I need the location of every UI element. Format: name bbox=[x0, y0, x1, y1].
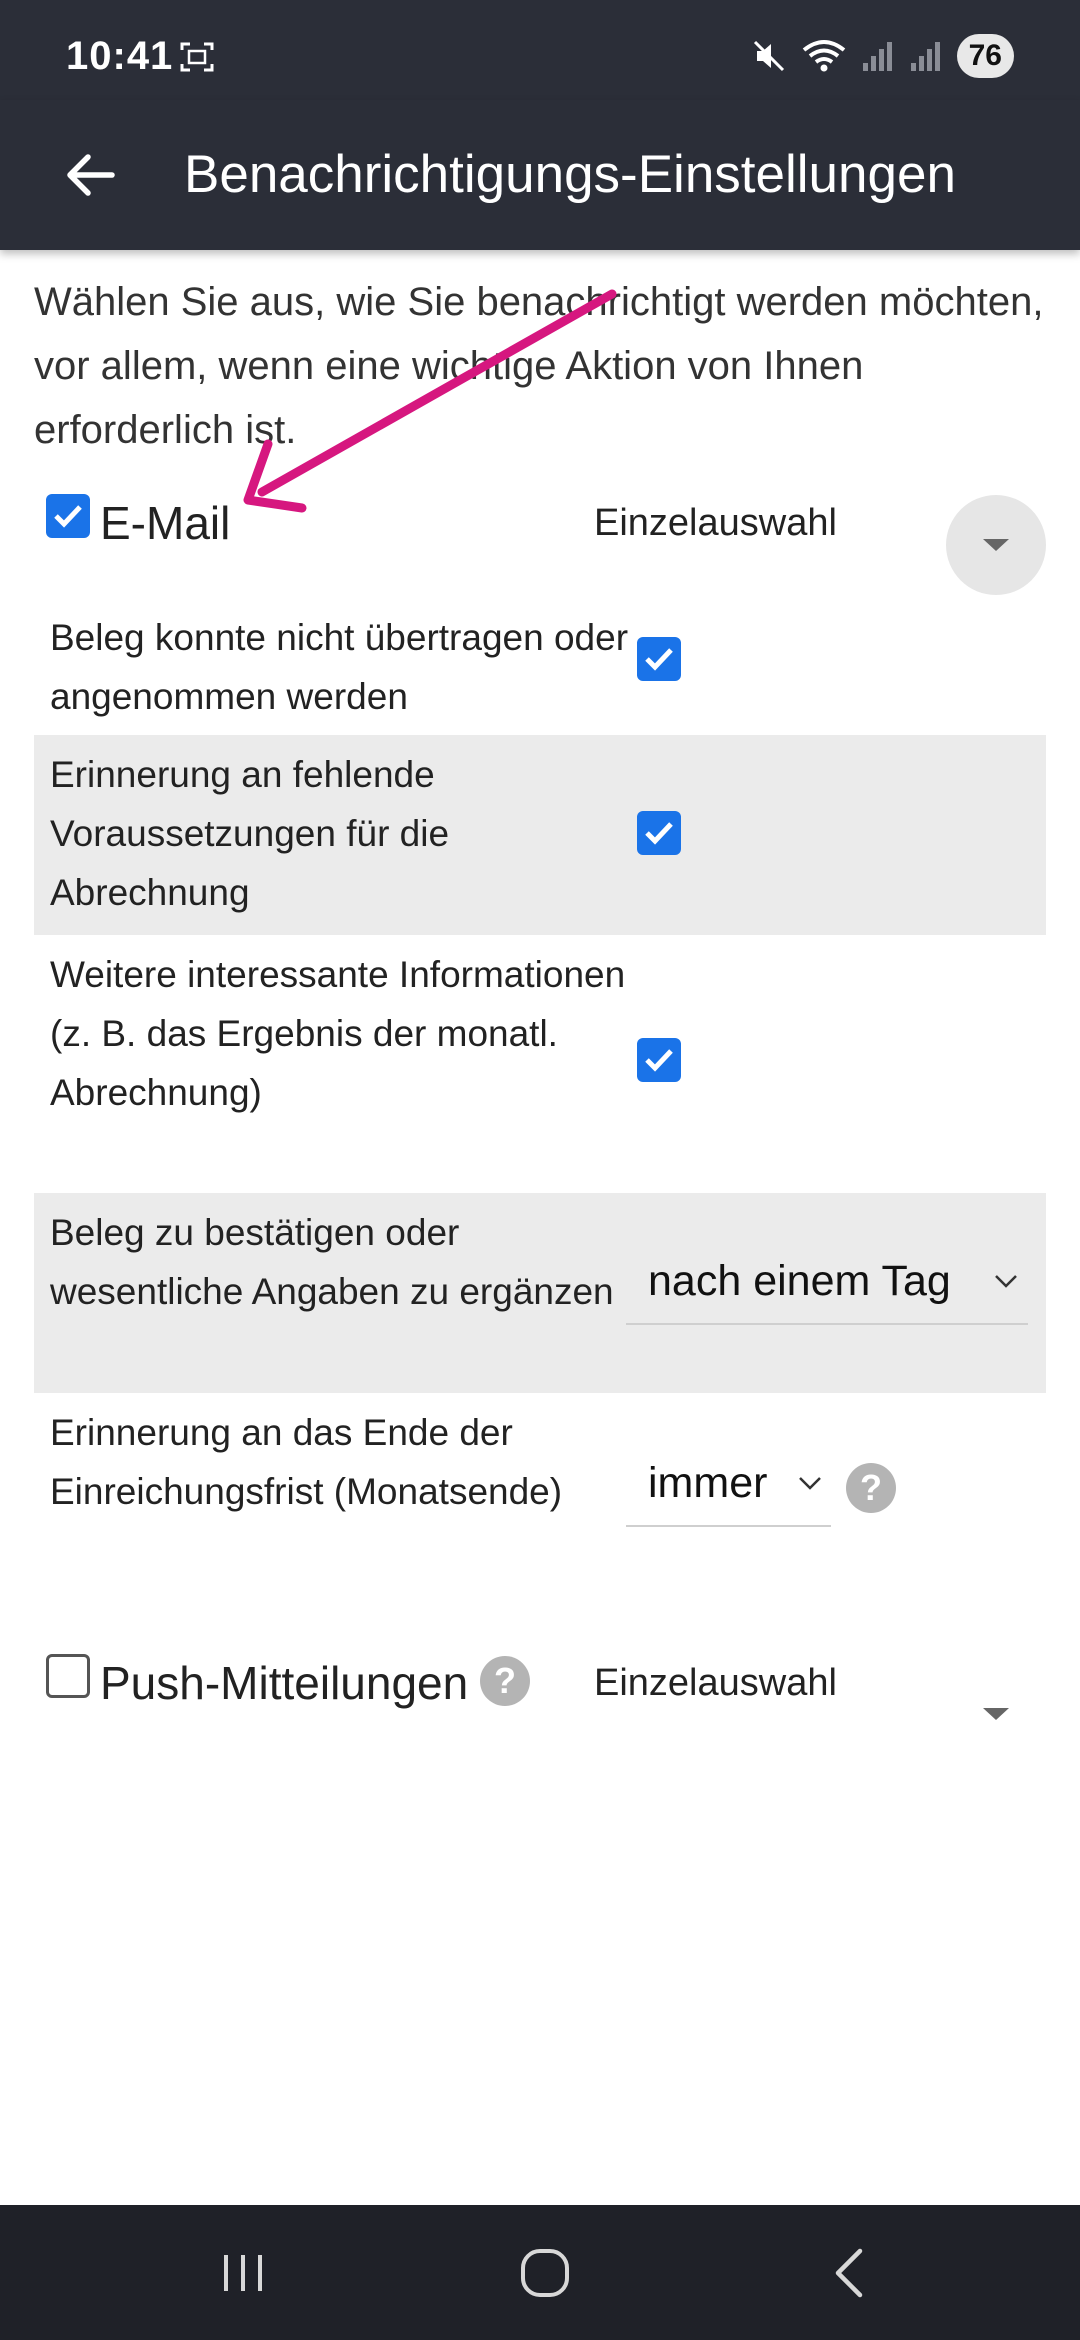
setting-row-further-info: Weitere interessante Informationen (z. B… bbox=[34, 935, 1046, 1193]
app-bar: Benachrichtigungs-Einstellungen bbox=[0, 100, 1080, 250]
intro-text: Wählen Sie aus, wie Sie benachrichtigt w… bbox=[34, 280, 1044, 452]
receipt-failed-checkbox[interactable] bbox=[637, 637, 681, 681]
setting-row-confirm-receipt: Beleg zu bestätigen oder wesentliche Ang… bbox=[34, 1193, 1046, 1393]
setting-label: Weitere interessante Informationen (z. B… bbox=[50, 954, 626, 1113]
screenshot-icon bbox=[180, 42, 214, 72]
setting-row-missing-prerequisites: Erinnerung an fehlende Voraussetzungen f… bbox=[34, 735, 1046, 935]
push-checkbox[interactable] bbox=[46, 1654, 90, 1698]
setting-label: Beleg konnte nicht übertragen oder angen… bbox=[50, 617, 629, 717]
help-icon[interactable]: ? bbox=[846, 1463, 896, 1513]
help-icon[interactable]: ? bbox=[480, 1656, 530, 1706]
home-icon bbox=[521, 2248, 569, 2297]
check-icon bbox=[645, 822, 673, 845]
email-checkbox[interactable] bbox=[46, 494, 90, 538]
system-nav-bar bbox=[0, 2205, 1080, 2340]
select-value: immer bbox=[648, 1459, 768, 1507]
confirm-receipt-select[interactable]: nach einem Tag bbox=[626, 1243, 1028, 1325]
recents-button[interactable] bbox=[183, 2235, 303, 2310]
email-channel-row: E-Mail Einzelauswahl bbox=[34, 480, 1046, 595]
back-button[interactable] bbox=[50, 142, 130, 208]
push-label: Push-Mitteilungen bbox=[100, 1657, 469, 1709]
check-icon bbox=[645, 1049, 673, 1072]
battery-indicator: 76 bbox=[956, 34, 1014, 78]
status-bar: 10:41 76 bbox=[0, 0, 1080, 100]
check-icon bbox=[54, 505, 82, 528]
setting-row-deadline-reminder: Erinnerung an das Ende der Einreichungsf… bbox=[34, 1393, 1046, 1593]
status-icons: 76 bbox=[751, 34, 1014, 78]
push-mode-label: Einzelauswahl bbox=[594, 1662, 837, 1704]
further-info-checkbox[interactable] bbox=[637, 1038, 681, 1082]
chevron-down-icon bbox=[995, 1275, 1017, 1288]
push-channel-row: Push-Mitteilungen ? Einzelauswahl bbox=[34, 1630, 1044, 1730]
chevron-down-icon bbox=[983, 539, 1009, 551]
page-title: Benachrichtigungs-Einstellungen bbox=[184, 145, 956, 204]
setting-label: Beleg zu bestätigen oder wesentliche Ang… bbox=[50, 1212, 614, 1312]
setting-row-receipt-failed: Beleg konnte nicht übertragen oder angen… bbox=[34, 600, 1046, 735]
home-button[interactable] bbox=[485, 2235, 605, 2310]
back-nav-icon bbox=[835, 2248, 863, 2297]
email-mode-label: Einzelauswahl bbox=[594, 502, 837, 544]
missing-prerequisites-checkbox[interactable] bbox=[637, 811, 681, 855]
select-value: nach einem Tag bbox=[648, 1257, 951, 1305]
chevron-down-icon bbox=[983, 1708, 1009, 1720]
push-expand-button[interactable] bbox=[946, 1652, 1046, 1752]
mute-icon bbox=[753, 40, 784, 72]
chevron-down-icon bbox=[799, 1477, 821, 1490]
back-nav-button[interactable] bbox=[788, 2235, 908, 2310]
back-arrow-icon bbox=[67, 154, 115, 196]
status-time: 10:41 bbox=[66, 34, 174, 78]
setting-label: Erinnerung an fehlende Voraussetzungen f… bbox=[50, 754, 450, 913]
signal-icon bbox=[862, 42, 892, 71]
signal-icon bbox=[910, 42, 940, 71]
email-label: E-Mail bbox=[100, 497, 231, 549]
deadline-reminder-select[interactable]: immer bbox=[626, 1445, 831, 1527]
setting-label: Erinnerung an das Ende der Einreichungsf… bbox=[50, 1412, 563, 1512]
recents-icon bbox=[224, 2254, 262, 2291]
email-expand-button[interactable] bbox=[946, 495, 1046, 595]
check-icon bbox=[645, 648, 673, 671]
wifi-icon bbox=[802, 40, 845, 72]
